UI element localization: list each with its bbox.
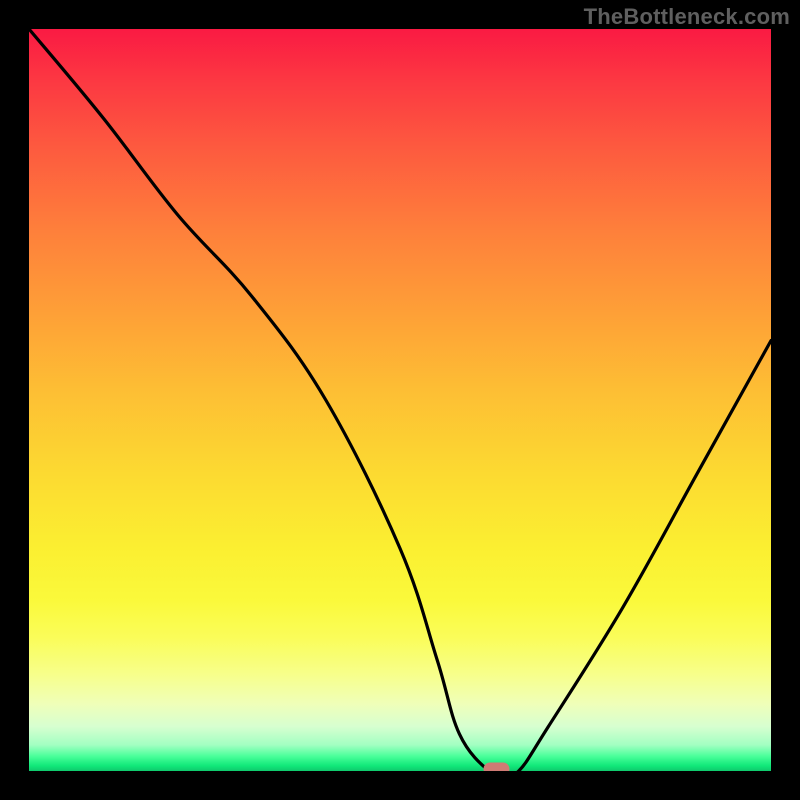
chart-frame: TheBottleneck.com	[0, 0, 800, 800]
plot-area	[29, 29, 771, 771]
heat-gradient	[29, 29, 771, 771]
watermark-text: TheBottleneck.com	[584, 4, 790, 30]
